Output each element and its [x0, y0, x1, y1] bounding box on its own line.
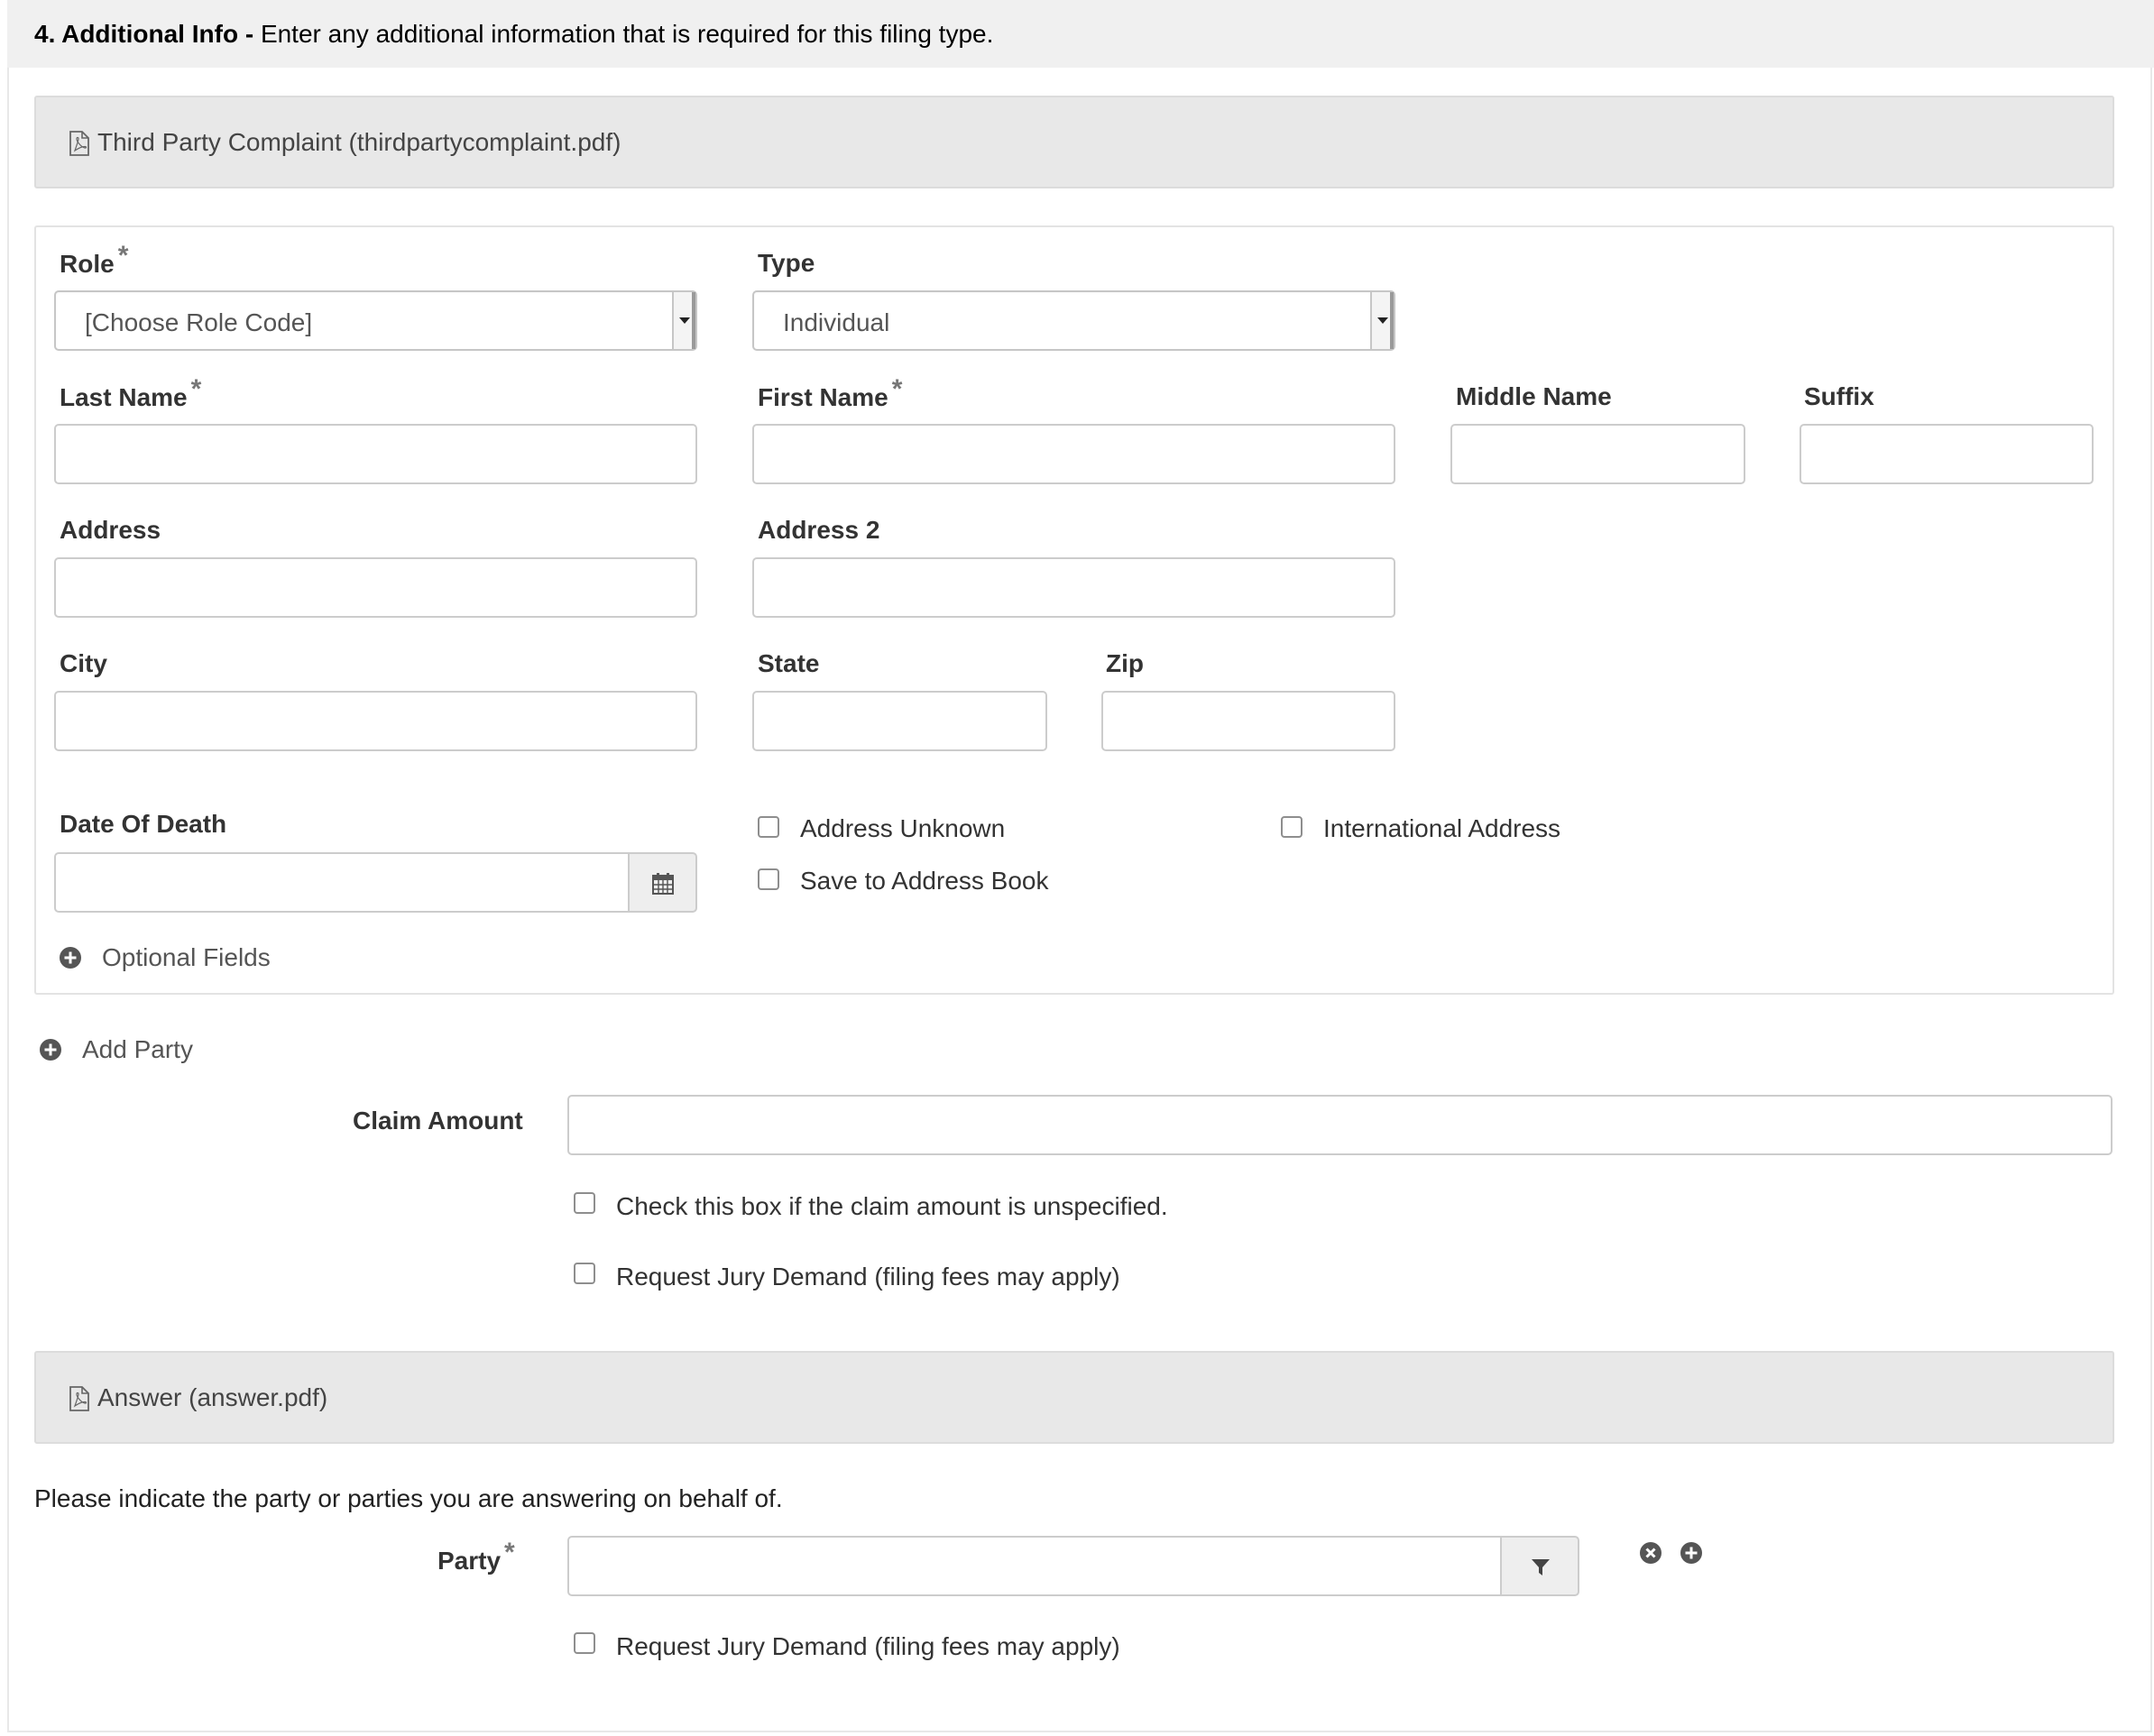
suffix-input[interactable] [1800, 424, 2094, 484]
date-of-death-label: Date Of Death [60, 810, 227, 838]
address-unknown-label[interactable]: Address Unknown [800, 814, 1005, 843]
pdf-file-icon [69, 131, 89, 156]
answer-jury-demand-label[interactable]: Request Jury Demand (filing fees may app… [616, 1632, 1120, 1661]
required-asterisk: * [504, 1538, 515, 1567]
type-label: Type [758, 249, 815, 277]
optional-fields-link[interactable]: Optional Fields [102, 943, 271, 972]
required-asterisk: * [117, 241, 129, 271]
international-address-label[interactable]: International Address [1323, 814, 1560, 843]
last-name-label: Last Name * [60, 374, 202, 411]
address-unknown-checkbox[interactable] [758, 816, 779, 838]
address2-label: Address 2 [758, 516, 880, 544]
first-name-input[interactable] [752, 424, 1395, 484]
claim-amount-input[interactable] [567, 1095, 2113, 1155]
document-title: Third Party Complaint (thirdpartycomplai… [97, 128, 621, 156]
party-filter-button[interactable] [1500, 1536, 1579, 1596]
chevron-down-icon[interactable] [672, 292, 695, 349]
filter-icon [1532, 1559, 1550, 1575]
required-asterisk: * [190, 374, 202, 404]
answer-instruction: Please indicate the party or parties you… [34, 1484, 783, 1512]
claim-unspecified-checkbox[interactable] [574, 1192, 595, 1214]
section-header: 4. Additional Info - Enter any additiona… [7, 0, 2154, 68]
document-bar-answer: Answer (answer.pdf) [34, 1351, 2114, 1444]
save-to-address-book-label[interactable]: Save to Address Book [800, 867, 1049, 896]
city-input[interactable] [54, 691, 697, 751]
state-label: State [758, 649, 820, 677]
add-party-link[interactable]: Add Party [82, 1035, 193, 1064]
suffix-label: Suffix [1804, 382, 1874, 410]
section-header-text: 4. Additional Info - Enter any additiona… [34, 20, 993, 49]
document-title: Answer (answer.pdf) [97, 1383, 328, 1411]
required-asterisk: * [891, 374, 903, 404]
chevron-down-icon[interactable] [1370, 292, 1394, 349]
section-title: 4. Additional Info - [34, 20, 254, 48]
first-name-label: First Name * [758, 374, 903, 411]
pdf-file-icon [69, 1386, 89, 1411]
jury-demand-checkbox[interactable] [574, 1263, 595, 1284]
address2-input[interactable] [752, 557, 1395, 618]
city-label: City [60, 649, 107, 677]
zip-label: Zip [1106, 649, 1144, 677]
calendar-button[interactable] [628, 852, 697, 913]
address-input[interactable] [54, 557, 697, 618]
type-select-value: Individual [783, 308, 890, 336]
address-label: Address [60, 516, 161, 544]
international-address-checkbox[interactable] [1281, 816, 1303, 838]
middle-name-label: Middle Name [1456, 382, 1612, 410]
calendar-icon [652, 873, 674, 895]
role-select[interactable]: [Choose Role Code] [54, 290, 697, 351]
document-bar-third-party-complaint: Third Party Complaint (thirdpartycomplai… [34, 96, 2114, 188]
state-input[interactable] [752, 691, 1047, 751]
plus-circle-icon[interactable] [1680, 1541, 1703, 1565]
role-select-value: [Choose Role Code] [85, 308, 313, 336]
plus-circle-icon[interactable] [59, 946, 82, 969]
type-select[interactable]: Individual [752, 290, 1395, 351]
answer-jury-demand-checkbox[interactable] [574, 1632, 595, 1654]
jury-demand-label[interactable]: Request Jury Demand (filing fees may app… [616, 1263, 1120, 1291]
save-to-address-book-checkbox[interactable] [758, 868, 779, 890]
remove-circle-icon[interactable] [1639, 1541, 1662, 1565]
middle-name-input[interactable] [1450, 424, 1745, 484]
section-description: Enter any additional information that is… [260, 20, 994, 48]
additional-info-page: 4. Additional Info - Enter any additiona… [0, 0, 2154, 1736]
party-input[interactable] [567, 1536, 1502, 1596]
party-label: Party * [437, 1538, 515, 1575]
role-label: Role * [60, 241, 129, 278]
zip-input[interactable] [1101, 691, 1395, 751]
claim-unspecified-label[interactable]: Check this box if the claim amount is un… [616, 1192, 1168, 1221]
last-name-input[interactable] [54, 424, 697, 484]
date-of-death-input[interactable] [54, 852, 630, 913]
claim-amount-label: Claim Amount [353, 1107, 523, 1134]
plus-circle-icon[interactable] [39, 1038, 62, 1061]
